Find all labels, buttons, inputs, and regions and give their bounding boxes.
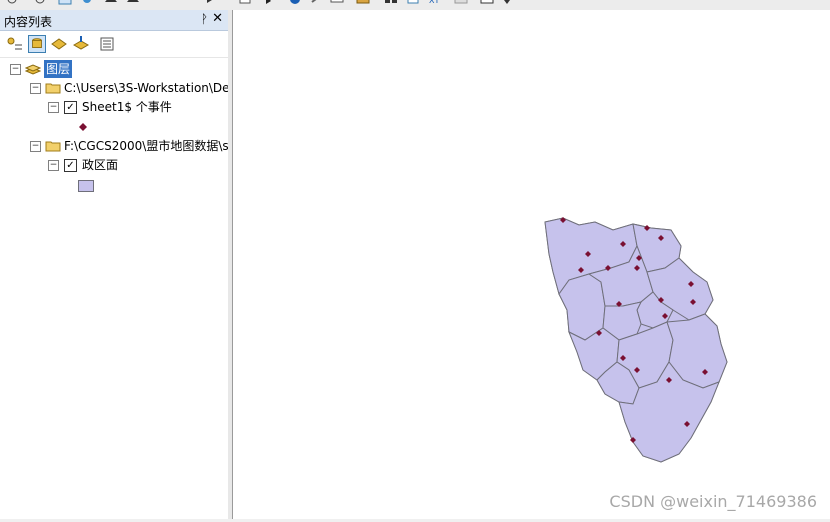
layer-visibility-checkbox[interactable]: ✓ bbox=[64, 159, 77, 172]
collapse-toggle-layer[interactable]: − bbox=[48, 102, 59, 113]
time-slider-icon[interactable] bbox=[454, 0, 468, 8]
layers-icon bbox=[25, 64, 41, 75]
folder-icon bbox=[45, 83, 61, 94]
list-by-drawing-order-icon[interactable] bbox=[6, 35, 24, 53]
map-view[interactable]: CSDN @weixin_71469386 bbox=[232, 10, 830, 519]
select-features-icon[interactable] bbox=[204, 0, 218, 8]
data-frame-label[interactable]: 图层 bbox=[44, 60, 73, 78]
zoom-out-icon[interactable] bbox=[34, 0, 48, 8]
folder-icon bbox=[45, 141, 61, 152]
data-source-path: F:\CGCS2000\盟市地图数据\sh bbox=[64, 139, 237, 153]
go-to-xy-icon[interactable]: XY bbox=[428, 0, 442, 8]
clear-selection-icon[interactable] bbox=[238, 0, 252, 8]
pin-icon[interactable]: ᚹ bbox=[201, 12, 208, 26]
select-elements-icon[interactable] bbox=[262, 0, 276, 8]
identify-icon[interactable] bbox=[288, 0, 302, 8]
district-polygon bbox=[558, 273, 606, 341]
collapse-toggle-group[interactable]: − bbox=[30, 83, 41, 94]
close-icon[interactable]: ✕ bbox=[212, 11, 223, 26]
list-by-visibility-icon[interactable] bbox=[50, 35, 68, 53]
list-by-selection-icon[interactable] bbox=[72, 35, 90, 53]
create-viewer-icon[interactable] bbox=[480, 0, 494, 8]
table-of-contents-panel: 内容列表 ᚹ ✕ − 图层 − C:\Users\3S-Workstation\… bbox=[0, 10, 236, 519]
toc-title-bar: 内容列表 ᚹ ✕ bbox=[0, 10, 228, 31]
zoom-in-icon[interactable] bbox=[6, 0, 20, 8]
collapse-toggle-root[interactable]: − bbox=[10, 64, 21, 75]
list-by-source-icon[interactable] bbox=[28, 35, 46, 53]
polygon-symbol-swatch bbox=[78, 180, 94, 192]
map-canvas[interactable] bbox=[233, 10, 830, 519]
find-route-icon[interactable] bbox=[406, 0, 420, 8]
layer-name[interactable]: Sheet1$ 个事件 bbox=[82, 98, 172, 116]
toc-toolbar bbox=[0, 31, 228, 58]
collapse-toggle-layer[interactable]: − bbox=[48, 160, 59, 171]
pan-icon[interactable] bbox=[58, 0, 72, 8]
toc-title: 内容列表 bbox=[4, 15, 53, 29]
toc-options-icon[interactable] bbox=[98, 35, 116, 53]
toolbar-options-icon[interactable] bbox=[500, 0, 514, 8]
fixed-zoom-out-icon[interactable] bbox=[126, 0, 140, 8]
measure-icon[interactable] bbox=[356, 0, 370, 8]
find-icon[interactable] bbox=[384, 0, 398, 8]
full-extent-icon[interactable] bbox=[80, 0, 94, 8]
back-extent-icon[interactable] bbox=[156, 0, 170, 8]
hyperlink-icon[interactable] bbox=[310, 0, 324, 8]
point-symbol-icon bbox=[79, 123, 87, 131]
svg-text:XY: XY bbox=[429, 0, 439, 5]
layer-visibility-checkbox[interactable]: ✓ bbox=[64, 101, 77, 114]
district-polygons bbox=[544, 217, 728, 463]
forward-extent-icon[interactable] bbox=[176, 0, 190, 8]
fixed-zoom-in-icon[interactable] bbox=[104, 0, 118, 8]
html-popup-icon[interactable] bbox=[330, 0, 344, 8]
data-source-path: C:\Users\3S-Workstation\De bbox=[64, 81, 230, 95]
layer-name[interactable]: 政区面 bbox=[82, 156, 118, 174]
watermark-text: CSDN @weixin_71469386 bbox=[609, 492, 817, 511]
collapse-toggle-group[interactable]: − bbox=[30, 141, 41, 152]
